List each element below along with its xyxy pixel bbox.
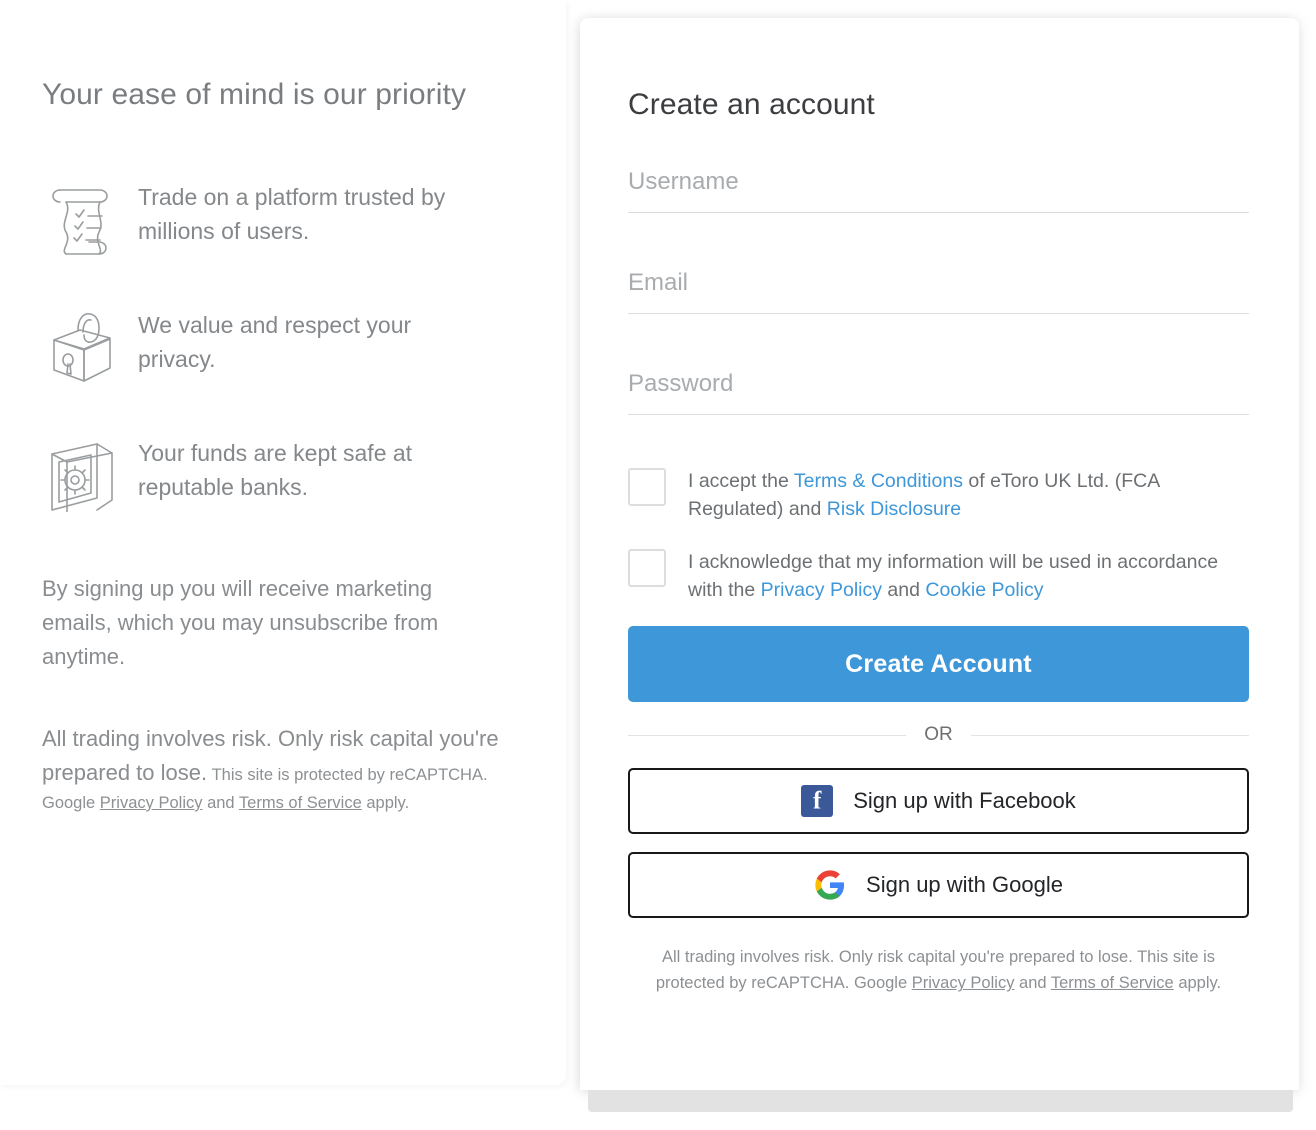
risk-disclaimer: All trading involves risk. Only risk cap… [42, 722, 526, 817]
page-title: Your ease of mind is our priority [42, 78, 467, 111]
feature-item-label: Trade on a platform trusted by millions … [138, 183, 446, 245]
footer-google-privacy-policy-link[interactable]: Privacy Policy [912, 974, 1015, 992]
privacy-policy-link[interactable]: Privacy Policy [761, 579, 882, 601]
terms-and-conditions-link[interactable]: Terms & Conditions [794, 470, 963, 492]
feature-item-label: Your funds are kept safe at reputable ba… [138, 439, 413, 501]
risk-disclosure-link[interactable]: Risk Disclosure [827, 498, 961, 520]
card-bottom-strip [588, 1090, 1293, 1112]
signup-form-card: Create an account I accept the Terms & C… [580, 18, 1299, 1090]
form-title: Create an account [628, 88, 875, 121]
signup-with-google-button[interactable]: Sign up with Google [628, 852, 1249, 919]
recaptcha-notice-after: apply. [361, 793, 410, 812]
cookie-policy-link[interactable]: Cookie Policy [925, 579, 1043, 601]
privacy-consent-text-2: and [882, 578, 926, 601]
divider-line-left [628, 734, 907, 736]
card-footer-disclaimer: All trading involves risk. Only risk cap… [628, 944, 1249, 997]
marketing-consent-note: By signing up you will receive marketing… [42, 575, 439, 669]
password-field-wrapper [628, 364, 1249, 415]
signup-with-facebook-button[interactable]: Sign up with Facebook [628, 768, 1249, 835]
username-field-wrapper [628, 162, 1249, 213]
email-input[interactable] [628, 269, 1249, 297]
signup-page: Your ease of mind is our priority Trade … [0, 0, 1316, 1130]
card-footer-and: and [1014, 974, 1051, 993]
recaptcha-notice-and: and [202, 793, 239, 812]
feature-item-trusted-platform: Trade on a platform trusted by millions … [42, 174, 526, 270]
signup-with-google-label: Sign up with Google [866, 872, 1063, 898]
feature-item-safe-funds: Your funds are kept safe at reputable ba… [42, 430, 526, 526]
email-field-wrapper [628, 263, 1249, 314]
signup-with-facebook-label: Sign up with Facebook [853, 788, 1076, 814]
username-input[interactable] [628, 168, 1249, 196]
create-account-button[interactable]: Create Account [628, 626, 1249, 703]
terms-consent-text-1: I accept the [688, 470, 794, 492]
facebook-icon [801, 785, 834, 818]
or-label: OR [924, 724, 953, 746]
feature-list: Trade on a platform trusted by millions … [42, 174, 526, 526]
footer-google-terms-of-service-link[interactable]: Terms of Service [1051, 974, 1174, 992]
password-input[interactable] [628, 370, 1249, 398]
or-divider: OR [628, 724, 1249, 746]
privacy-consent-label: I acknowledge that my information will b… [688, 546, 1249, 605]
google-icon [814, 869, 846, 901]
card-footer-after: apply. [1173, 974, 1222, 993]
consent-privacy-row: I acknowledge that my information will b… [628, 546, 1249, 605]
feature-item-privacy: We value and respect your privacy. [42, 302, 526, 398]
terms-consent-label: I accept the Terms & Conditions of eToro… [688, 465, 1249, 524]
safe-vault-icon [42, 430, 138, 512]
google-privacy-policy-link[interactable]: Privacy Policy [100, 794, 203, 812]
padlock-icon [42, 302, 138, 384]
google-terms-of-service-link[interactable]: Terms of Service [239, 794, 362, 812]
privacy-checkbox[interactable] [628, 548, 666, 587]
benefits-panel: Your ease of mind is our priority Trade … [0, 0, 566, 1085]
feature-item-label: We value and respect your privacy. [138, 311, 412, 373]
consent-terms-row: I accept the Terms & Conditions of eToro… [628, 465, 1249, 524]
consent-list: I accept the Terms & Conditions of eToro… [628, 465, 1249, 604]
scroll-checklist-icon [42, 174, 138, 256]
divider-line-right [970, 734, 1249, 736]
terms-checkbox[interactable] [628, 468, 666, 506]
